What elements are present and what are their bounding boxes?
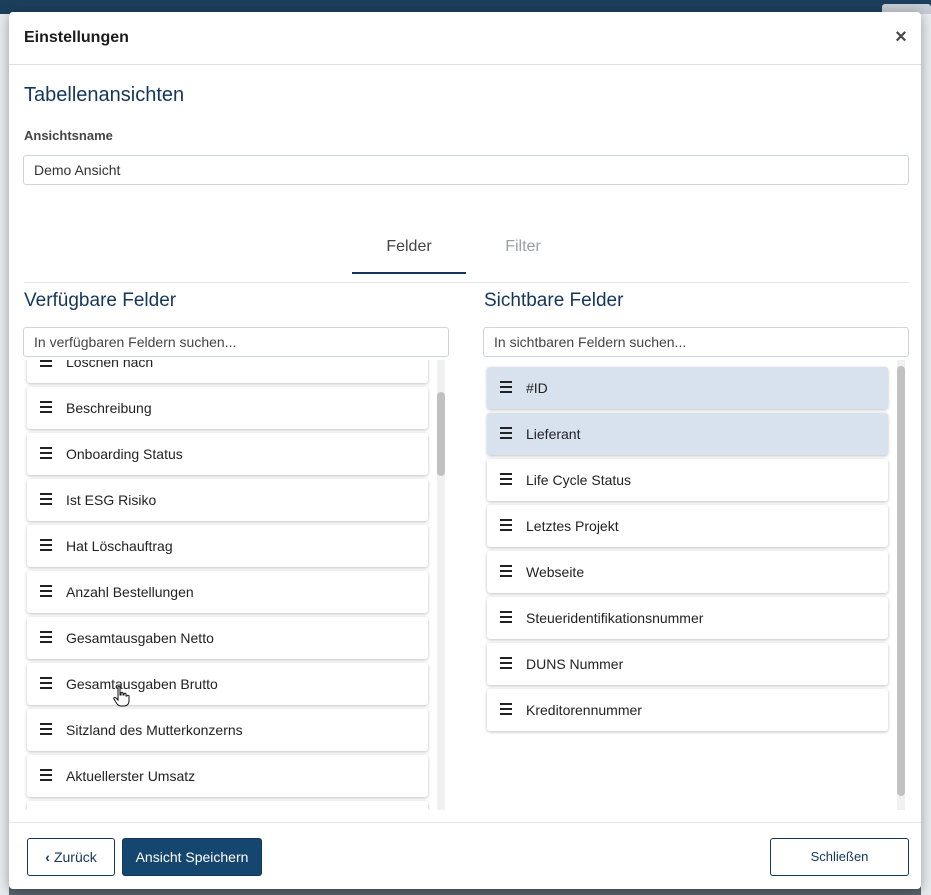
drag-handle-icon[interactable] (40, 769, 52, 781)
visible-fields-search-input[interactable] (483, 327, 909, 357)
list-item-label: Life Cycle Status (526, 472, 632, 488)
available-fields-search-input[interactable] (23, 327, 449, 357)
list-item[interactable]: Anzahl Bestellungen (27, 571, 428, 613)
drag-handle-icon[interactable] (500, 381, 512, 393)
drag-handle-icon[interactable] (500, 519, 512, 531)
view-name-label: Ansichtsname (24, 128, 113, 143)
section-title: Tabellenansichten (24, 84, 185, 106)
drag-handle-icon[interactable] (40, 401, 52, 413)
back-button[interactable]: ‹ Zurück (27, 838, 115, 876)
drag-handle-icon[interactable] (500, 703, 512, 715)
list-item[interactable]: Beschreibung (27, 387, 428, 429)
background-page-right (921, 14, 931, 895)
scrollbar-thumb[interactable] (897, 366, 905, 796)
drag-handle-icon[interactable] (500, 657, 512, 669)
close-button[interactable]: Schließen (770, 838, 909, 876)
visible-fields-scrollbar[interactable] (897, 360, 905, 810)
list-item-label: Kreditorennummer (526, 702, 642, 718)
drag-handle-icon[interactable] (40, 631, 52, 643)
list-item[interactable] (27, 801, 428, 810)
drag-handle-icon[interactable] (500, 427, 512, 439)
list-item-label: Gesamtausgaben Brutto (66, 676, 218, 692)
drag-handle-icon[interactable] (40, 447, 52, 459)
background-page-left (0, 14, 9, 895)
tabs-divider (24, 282, 909, 283)
list-item-label: #ID (526, 380, 548, 396)
list-item[interactable]: Kreditorennummer (487, 689, 888, 731)
visible-fields-list: #ID Lieferant Life Cycle Status Letztes … (483, 360, 909, 810)
drag-handle-icon[interactable] (40, 539, 52, 551)
tab-filter[interactable]: Filter (466, 230, 580, 274)
list-item-label: Steueridentifikationsnummer (526, 610, 704, 626)
list-item[interactable]: Letztes Projekt (487, 505, 888, 547)
tab-bar: Felder Filter (9, 222, 921, 282)
list-item[interactable]: Webseite (487, 551, 888, 593)
list-item-label: Anzahl Bestellungen (66, 584, 194, 600)
drag-handle-icon[interactable] (500, 565, 512, 577)
drag-handle-icon[interactable] (40, 360, 52, 367)
list-item-label: Onboarding Status (66, 446, 183, 462)
list-item[interactable]: Gesamtausgaben Netto (27, 617, 428, 659)
list-item[interactable]: DUNS Nummer (487, 643, 888, 685)
available-fields-title: Verfügbare Felder (24, 290, 177, 311)
list-item-label: Lieferant (526, 426, 581, 442)
list-item-label: Aktuellerster Umsatz (66, 768, 196, 784)
scrollbar-thumb[interactable] (437, 392, 445, 476)
list-item-label: Sitzland des Mutterkonzerns (66, 722, 243, 738)
save-view-button[interactable]: Ansicht Speichern (122, 838, 262, 876)
list-item[interactable]: Ist ESG Risiko (27, 479, 428, 521)
drag-handle-icon[interactable] (40, 723, 52, 735)
drag-handle-icon[interactable] (500, 611, 512, 623)
drag-handle-icon[interactable] (500, 473, 512, 485)
tab-felder[interactable]: Felder (352, 230, 466, 274)
drag-handle-icon[interactable] (40, 493, 52, 505)
modal-header: Einstellungen × (9, 12, 921, 65)
drag-handle-icon[interactable] (40, 585, 52, 597)
modal-title: Einstellungen (24, 29, 129, 46)
close-icon[interactable]: × (889, 24, 913, 50)
list-item-label: Löschen nach (66, 360, 154, 370)
chevron-left-icon: ‹ (45, 849, 50, 865)
list-item-label: Ist ESG Risiko (66, 492, 157, 508)
visible-fields-title: Sichtbare Felder (484, 290, 624, 311)
available-fields-list: Löschen nach Beschreibung Onboarding Sta… (23, 360, 449, 810)
list-item[interactable]: Steueridentifikationsnummer (487, 597, 888, 639)
list-item-label: Webseite (526, 564, 585, 580)
list-item[interactable]: Sitzland des Mutterkonzerns (27, 709, 428, 751)
list-item[interactable]: #ID (487, 367, 888, 409)
list-item[interactable]: Onboarding Status (27, 433, 428, 475)
footer-divider (9, 822, 921, 823)
list-item[interactable]: Hat Löschauftrag (27, 525, 428, 567)
list-item[interactable]: Löschen nach (27, 360, 428, 383)
drag-handle-icon[interactable] (40, 677, 52, 689)
settings-modal: Einstellungen × Tabellenansichten Ansich… (9, 12, 921, 889)
list-item-label: Gesamtausgaben Netto (66, 630, 214, 646)
list-item-label: Letztes Projekt (526, 518, 619, 534)
list-item[interactable]: Life Cycle Status (487, 459, 888, 501)
available-fields-scrollbar[interactable] (437, 360, 445, 810)
list-item[interactable]: Lieferant (487, 413, 888, 455)
list-item-label: DUNS Nummer (526, 656, 624, 672)
list-item[interactable]: Gesamtausgaben Brutto (27, 663, 428, 705)
view-name-input[interactable] (23, 155, 909, 185)
list-item-label: Hat Löschauftrag (66, 538, 173, 554)
list-item-label: Beschreibung (66, 400, 152, 416)
list-item[interactable]: Aktuellerster Umsatz (27, 755, 428, 797)
